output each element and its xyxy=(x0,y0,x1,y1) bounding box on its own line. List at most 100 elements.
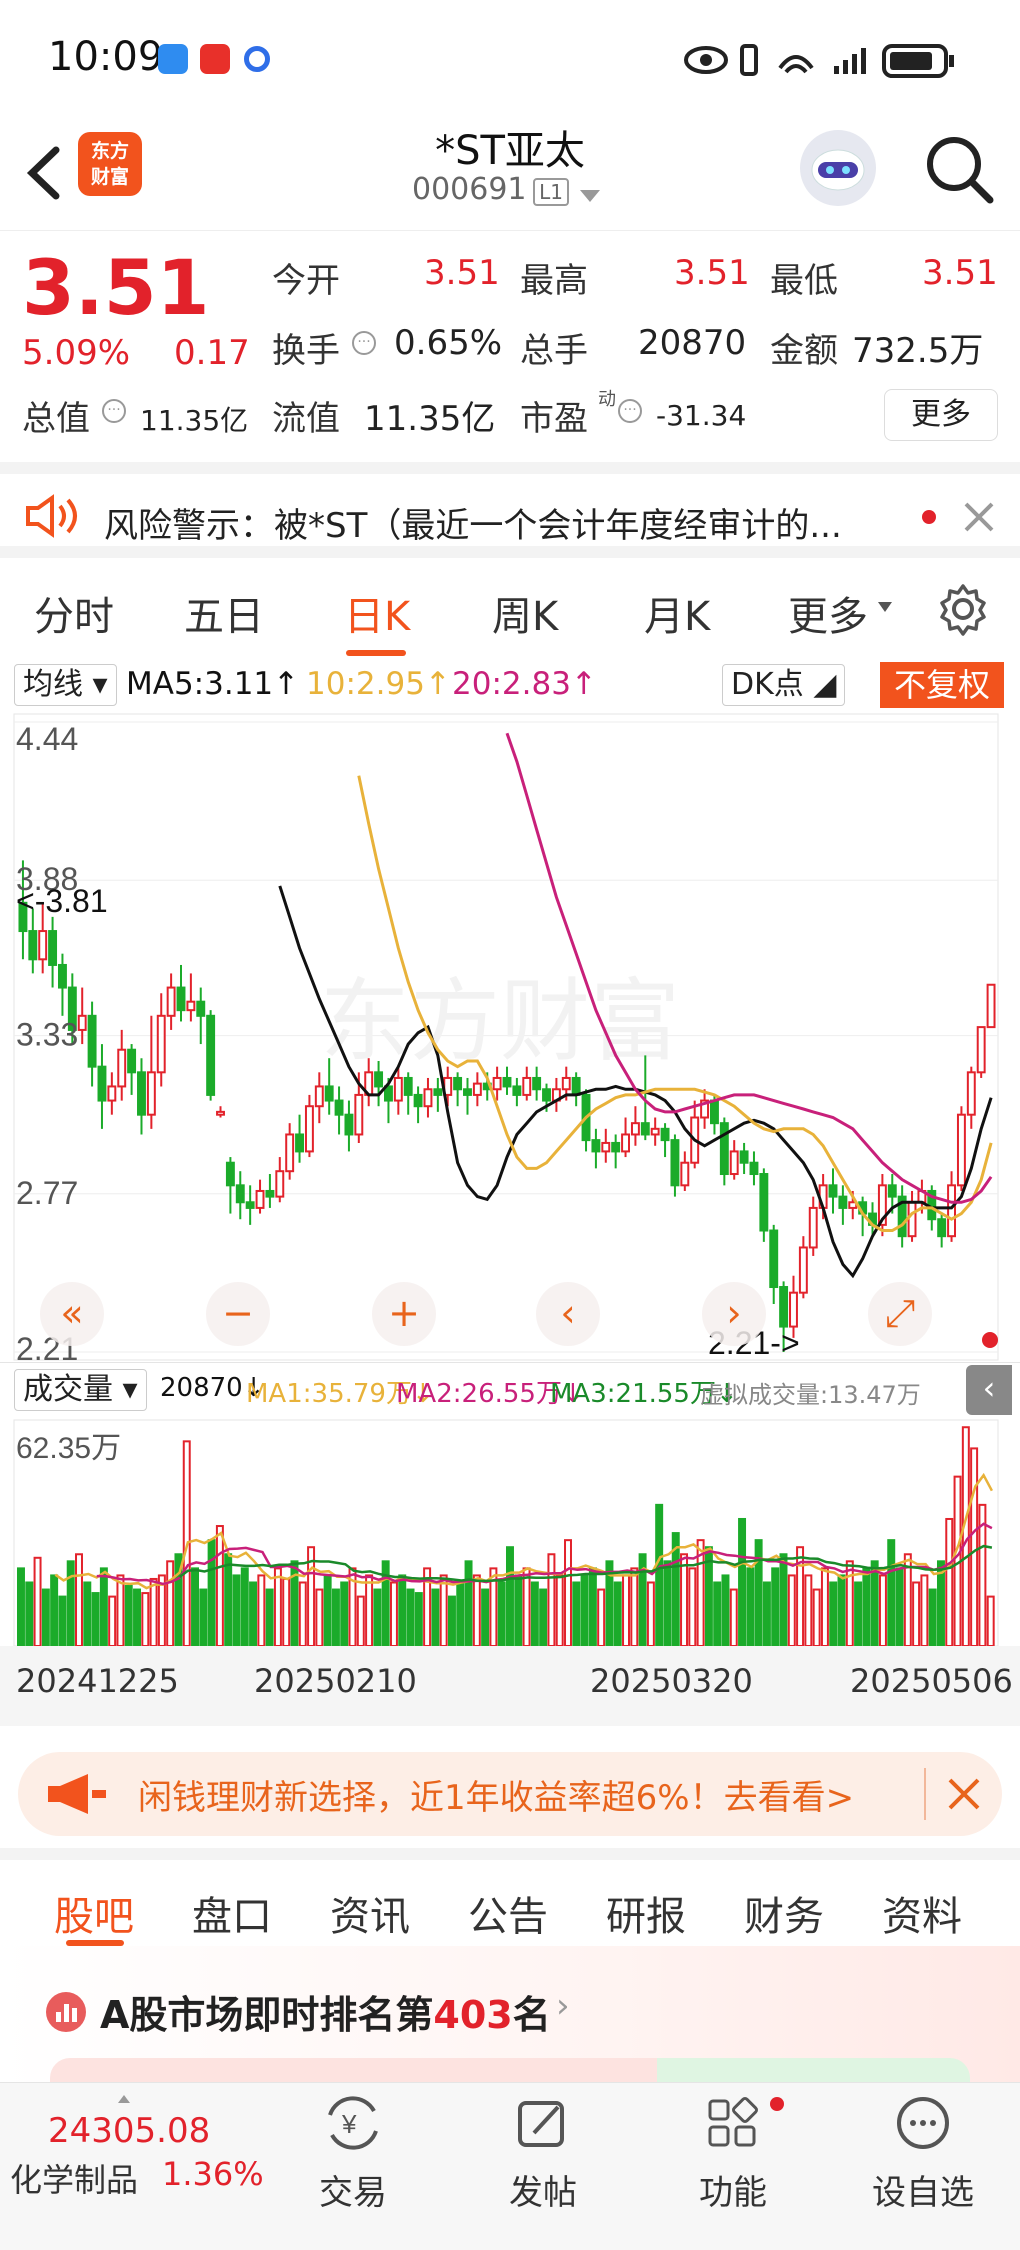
high-label: 最高 xyxy=(520,261,588,301)
volume-bar-down xyxy=(854,1581,863,1646)
volume-bar-up xyxy=(812,1588,821,1646)
tab-pankou[interactable]: 盘口 xyxy=(192,1884,272,1942)
nav-functions[interactable]: 功能 xyxy=(658,2093,808,2214)
market-rank-card[interactable]: A股市场即时排名第403名 › xyxy=(0,1946,1020,2098)
chart-control-button[interactable]: « xyxy=(40,1282,104,1346)
candle xyxy=(137,1058,146,1135)
candle xyxy=(798,1236,808,1299)
tab-guba[interactable]: 股吧 xyxy=(54,1884,134,1942)
chart-control-button[interactable]: ⤢ xyxy=(868,1282,932,1346)
volume-bar-up xyxy=(688,1567,697,1646)
volume-bar-up xyxy=(564,1539,572,1646)
candle-up xyxy=(255,1189,265,1209)
news-app-icon xyxy=(200,44,230,74)
tab-announcement[interactable]: 公告 xyxy=(468,1884,548,1942)
nav-trade[interactable]: ¥ 交易 xyxy=(278,2093,428,2214)
volume-bar-down xyxy=(738,1517,747,1646)
info-icon[interactable]: ··· xyxy=(352,331,376,355)
nav-post-label: 发帖 xyxy=(509,2173,577,2213)
volume-chart[interactable]: 62.35万 xyxy=(0,1418,1020,1646)
nav-post[interactable]: 发帖 xyxy=(468,2093,618,2214)
volume-bar-down xyxy=(41,1588,50,1646)
volume-bar-down xyxy=(373,1588,382,1646)
candle xyxy=(314,1072,324,1124)
tab-monthly-k[interactable]: 月K xyxy=(644,584,710,642)
sector-name[interactable]: 化学制品 xyxy=(10,2155,138,2201)
volume-bar-up xyxy=(315,1588,324,1646)
latest-dot xyxy=(982,1332,998,1348)
ma-select[interactable]: 均线 ▾ xyxy=(14,664,117,706)
adjust-mode-button[interactable]: 不复权 xyxy=(880,662,1004,708)
risk-warning-bar[interactable]: 风险警示：被*ST（最近一个会计年度经审计的... xyxy=(0,462,1020,558)
sector-index-value[interactable]: 24305.08 xyxy=(48,2111,210,2151)
candle-down xyxy=(670,1139,680,1187)
candle xyxy=(650,1117,660,1146)
chart-control-button[interactable]: ‹ xyxy=(536,1282,600,1346)
close-icon[interactable] xyxy=(962,500,996,534)
dk-point-label: DK点 xyxy=(731,667,804,702)
gear-icon[interactable] xyxy=(936,582,990,636)
chart-control-button[interactable]: + xyxy=(372,1282,436,1346)
stock-code[interactable]: 000691 xyxy=(412,172,527,207)
candle xyxy=(186,973,196,1022)
nav-add-watchlist[interactable]: 设自选 xyxy=(848,2093,998,2214)
chevron-down-icon[interactable] xyxy=(580,190,600,202)
candle xyxy=(611,1134,621,1169)
volume-max-label: 62.35万 xyxy=(16,1432,121,1465)
sector-change[interactable]: 1.36% xyxy=(162,2155,264,2193)
promo-banner[interactable]: 闲钱理财新选择，近1年收益率超6%！去看看> xyxy=(18,1752,1002,1836)
chart-control-button[interactable]: − xyxy=(206,1282,270,1346)
volume-bar-down xyxy=(398,1574,407,1646)
volume-bar-up xyxy=(298,1581,307,1646)
candle xyxy=(680,1151,690,1191)
volume-bar-down xyxy=(655,1503,664,1646)
volume-bar-down xyxy=(431,1588,440,1646)
close-icon[interactable] xyxy=(946,1776,982,1812)
chart-control-button[interactable]: › xyxy=(702,1282,766,1346)
volume-bar-down xyxy=(613,1581,622,1646)
tab-profile[interactable]: 资料 xyxy=(882,1884,962,1942)
volume-select[interactable]: 成交量 ▾ xyxy=(14,1369,147,1411)
tab-intraday[interactable]: 分时 xyxy=(34,584,114,642)
candle xyxy=(828,1168,838,1214)
volume-bar-up xyxy=(555,1574,564,1646)
search-icon[interactable] xyxy=(920,130,1000,210)
assistant-robot-icon[interactable] xyxy=(800,130,876,206)
volume-bar-down xyxy=(887,1539,896,1646)
tab-finance[interactable]: 财务 xyxy=(744,1884,824,1942)
more-quote-button[interactable]: 更多 xyxy=(884,389,998,441)
promo-text: 闲钱理财新选择，近1年收益率超6%！去看看> xyxy=(138,1778,855,1818)
tab-five-day[interactable]: 五日 xyxy=(184,584,264,642)
volume-bar-down xyxy=(191,1567,200,1646)
collapse-panel-button[interactable]: ‹ xyxy=(966,1365,1012,1415)
tab-weekly-k[interactable]: 周K xyxy=(492,584,558,642)
tab-daily-k[interactable]: 日K xyxy=(344,584,410,642)
period-tabs: 分时 五日 日K 周K 月K 更多 xyxy=(0,560,1020,660)
candle-up xyxy=(117,1048,127,1088)
candle-down xyxy=(245,1201,255,1209)
candle xyxy=(433,1077,443,1112)
date-tick: 20250210 xyxy=(254,1662,417,1700)
virtual-volume: 虚拟成交量:13.47万 xyxy=(700,1381,921,1409)
candle xyxy=(403,1072,413,1115)
volume-bar-up xyxy=(820,1567,829,1646)
candle-up xyxy=(621,1133,631,1153)
volume-bar-down xyxy=(572,1581,581,1646)
tab-news[interactable]: 资讯 xyxy=(330,1884,410,1942)
tab-more[interactable]: 更多 xyxy=(788,584,868,642)
svg-text:¥: ¥ xyxy=(341,2109,357,2139)
candle-down xyxy=(48,930,58,966)
active-tab-indicator xyxy=(346,650,406,656)
date-tick: 20241225 xyxy=(16,1662,179,1700)
volume-bar-down xyxy=(754,1539,763,1646)
candle-up xyxy=(107,1085,117,1102)
dk-point-select[interactable]: DK点 ◢ xyxy=(722,664,846,706)
info-icon[interactable]: ··· xyxy=(618,399,642,423)
candle-down xyxy=(137,1071,146,1116)
volume-bar-down xyxy=(50,1574,59,1646)
vol-ma3-label: MA3:21.55万 xyxy=(550,1379,716,1409)
tab-research[interactable]: 研报 xyxy=(606,1884,686,1942)
info-icon[interactable]: ··· xyxy=(102,399,126,423)
candle-up xyxy=(285,1133,295,1173)
kline-chart[interactable]: 东方财富 4.443.883.332.772.21 <-3.812.21-> «… xyxy=(0,712,1020,1362)
